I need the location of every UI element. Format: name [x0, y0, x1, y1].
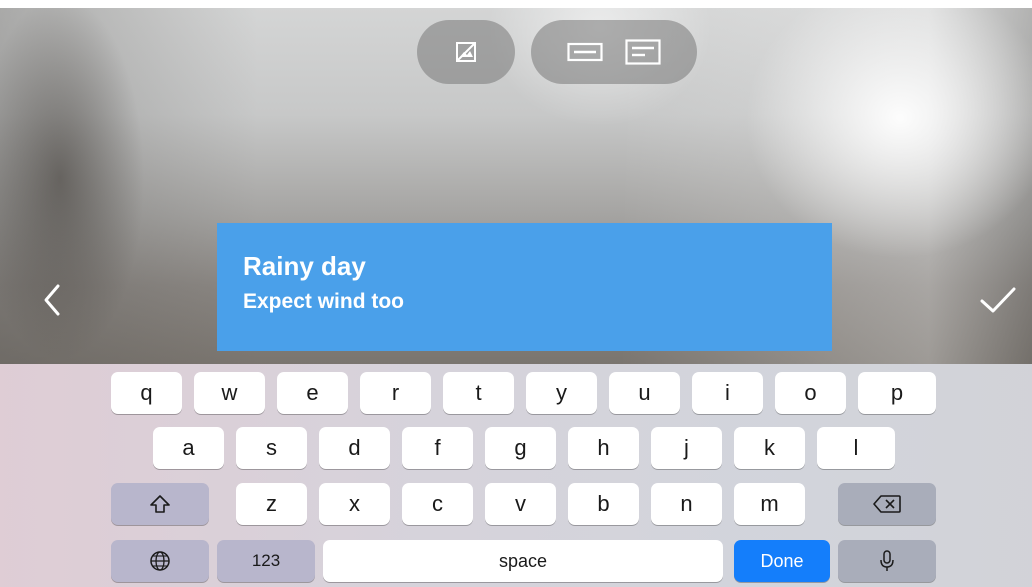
key-r[interactable]: r — [360, 372, 431, 414]
shift-icon — [150, 495, 170, 513]
multi-line-layout-icon[interactable] — [625, 39, 661, 65]
key-u[interactable]: u — [609, 372, 680, 414]
key-n[interactable]: n — [651, 483, 722, 525]
key-x[interactable]: x — [319, 483, 390, 525]
key-m[interactable]: m — [734, 483, 805, 525]
shift-key[interactable] — [111, 483, 209, 525]
checkmark-icon — [980, 287, 1016, 313]
key-j[interactable]: j — [651, 427, 722, 469]
key-h[interactable]: h — [568, 427, 639, 469]
space-key[interactable]: space — [323, 540, 723, 582]
key-d[interactable]: d — [319, 427, 390, 469]
key-z[interactable]: z — [236, 483, 307, 525]
key-p[interactable]: p — [858, 372, 936, 414]
key-b[interactable]: b — [568, 483, 639, 525]
key-f[interactable]: f — [402, 427, 473, 469]
key-i[interactable]: i — [692, 372, 763, 414]
delete-key[interactable] — [838, 483, 936, 525]
microphone-icon — [880, 550, 894, 571]
key-q[interactable]: q — [111, 372, 182, 414]
confirm-button[interactable] — [972, 276, 1024, 324]
key-y[interactable]: y — [526, 372, 597, 414]
key-o[interactable]: o — [775, 372, 846, 414]
globe-icon — [150, 551, 170, 571]
key-s[interactable]: s — [236, 427, 307, 469]
key-t[interactable]: t — [443, 372, 514, 414]
key-k[interactable]: k — [734, 427, 805, 469]
numbers-key[interactable]: 123 — [217, 540, 315, 582]
key-w[interactable]: w — [194, 372, 265, 414]
key-e[interactable]: e — [277, 372, 348, 414]
back-button[interactable] — [32, 276, 72, 324]
done-key[interactable]: Done — [734, 540, 830, 582]
key-v[interactable]: v — [485, 483, 556, 525]
image-toggle-group — [417, 20, 515, 84]
card-subtitle[interactable]: Expect wind too — [243, 288, 806, 316]
screen: Rainy day Expect wind too q w e r t y u … — [0, 8, 1032, 587]
card-title[interactable]: Rainy day — [243, 249, 806, 283]
key-c[interactable]: c — [402, 483, 473, 525]
microphone-key[interactable] — [838, 540, 936, 582]
no-image-icon[interactable] — [455, 41, 477, 63]
key-a[interactable]: a — [153, 427, 224, 469]
chevron-left-icon — [44, 284, 60, 316]
key-g[interactable]: g — [485, 427, 556, 469]
single-line-layout-icon[interactable] — [567, 41, 603, 63]
key-l[interactable]: l — [817, 427, 895, 469]
delete-backspace-icon — [873, 495, 901, 513]
keyboard: q w e r t y u i o p a s d f g h j k l z … — [0, 364, 1032, 587]
text-card[interactable]: Rainy day Expect wind too — [217, 223, 832, 351]
globe-key[interactable] — [111, 540, 209, 582]
layout-toggle-group — [531, 20, 697, 84]
